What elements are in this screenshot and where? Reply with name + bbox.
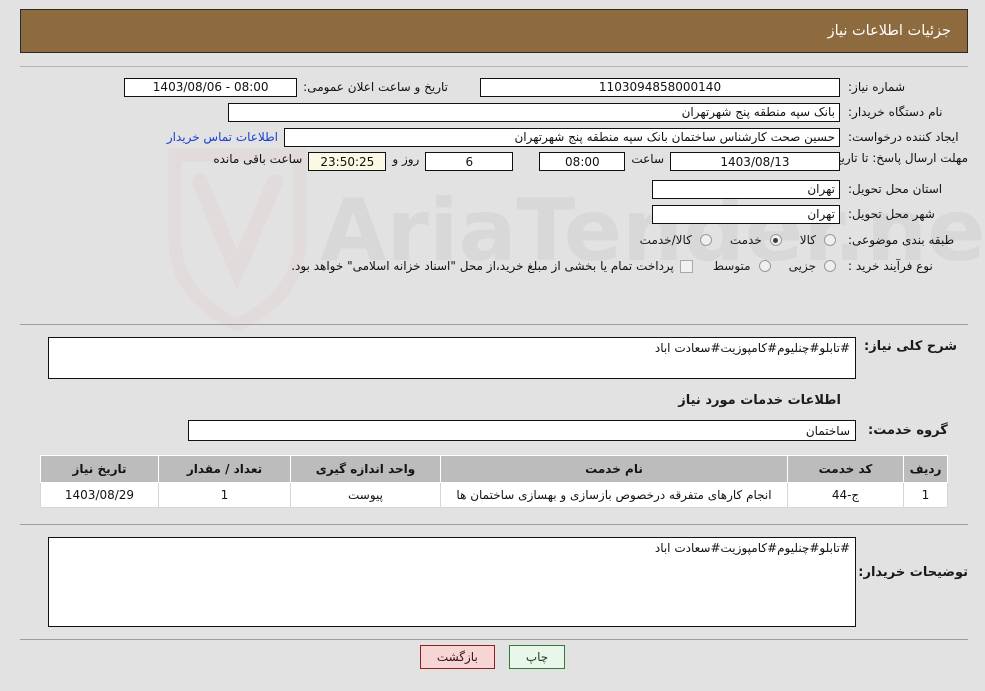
radio-process-jozi[interactable] [824, 260, 836, 272]
buyer-notes-label: توضیحات خریدار: [858, 565, 968, 580]
row-need-number: شماره نیاز: تاریخ و ساعت اعلان عمومی: [20, 77, 968, 97]
row-province: استان محل تحویل: [20, 179, 968, 199]
buyer-notes-section: توضیحات خریدار: #تابلو#چنلیوم#کامپوزیت#س… [20, 525, 968, 640]
page-title: جزئیات اطلاعات نیاز [827, 23, 951, 39]
treasury-checkbox[interactable] [679, 259, 693, 273]
cell-need-date: 1403/08/29 [40, 482, 159, 508]
category-label: طبقه بندی موضوعی: [848, 233, 955, 247]
need-number-label: شماره نیاز: [848, 80, 905, 94]
th-need-date: تاریخ نیاز [40, 455, 159, 483]
services-table: ردیف کد خدمت نام خدمت واحد اندازه گیری ت… [40, 455, 948, 508]
row-buyer-notes: توضیحات خریدار: #تابلو#چنلیوم#کامپوزیت#س… [20, 537, 968, 627]
row-category: طبقه بندی موضوعی: کالا خدمت کالا/خدمت [20, 230, 968, 250]
th-row-index: ردیف [903, 455, 948, 483]
radio-category-kala-khedmat-label: کالا/خدمت [639, 233, 692, 247]
radio-process-motevaset-label: متوسط [712, 259, 751, 273]
header-bar: جزئیات اطلاعات نیاز [20, 9, 968, 53]
province-field[interactable] [652, 179, 840, 199]
th-service-code: کد خدمت [787, 455, 904, 483]
process-radio-group: جزیی متوسط [699, 259, 840, 273]
cell-quantity: 1 [158, 482, 291, 508]
cell-service-name: انجام کارهای متفرقه درخصوص بازسازی و بهس… [440, 482, 788, 508]
deadline-date-field[interactable] [670, 152, 840, 171]
service-group-label: گروه خدمت: [868, 423, 948, 438]
header-region: جزئیات اطلاعات نیاز [0, 0, 985, 66]
general-description-label: شرح کلی نیاز: [864, 339, 958, 354]
deadline-time-field[interactable] [539, 152, 626, 171]
main-panel: شماره نیاز: تاریخ و ساعت اعلان عمومی: نا… [20, 66, 968, 640]
cell-row-index: 1 [903, 482, 948, 508]
service-group-field[interactable] [188, 420, 856, 441]
radio-category-khedmat-label: خدمت [729, 233, 762, 247]
th-unit: واحد اندازه گیری [290, 455, 441, 483]
row-general-description: شرح کلی نیاز: #تابلو#چنلیوم#کامپوزیت#سعا… [20, 337, 968, 379]
buyer-org-label: نام دستگاه خریدار: [848, 105, 943, 119]
table-header-row: ردیف کد خدمت نام خدمت واحد اندازه گیری ت… [40, 455, 948, 483]
back-button[interactable]: بازگشت [419, 645, 495, 669]
print-button[interactable]: چاپ [508, 645, 566, 669]
radio-process-jozi-label: جزیی [788, 259, 816, 273]
row-requester: ایجاد کننده درخواست: اطلاعات تماس خریدار [20, 127, 968, 147]
days-label: روز و [392, 152, 420, 166]
row-buyer-org: نام دستگاه خریدار: [20, 102, 968, 122]
need-number-field[interactable] [480, 77, 840, 97]
radio-category-kala-label: کالا [799, 233, 816, 247]
row-purchase-process: نوع فرآیند خرید : جزیی متوسط پرداخت تمام… [20, 256, 968, 276]
purchase-process-label: نوع فرآیند خرید : [848, 259, 933, 273]
services-heading: اطلاعات خدمات مورد نیاز [678, 393, 841, 408]
services-table-wrap: ردیف کد خدمت نام خدمت واحد اندازه گیری ت… [20, 441, 968, 514]
cell-unit: پیوست [290, 482, 441, 508]
treasury-note-label: پرداخت تمام یا بخشی از مبلغ خرید،از محل … [291, 259, 674, 273]
remaining-label: ساعت باقی مانده [213, 152, 303, 166]
city-field[interactable] [652, 204, 840, 224]
announce-datetime-field[interactable] [124, 77, 298, 97]
radio-category-kala[interactable] [824, 234, 836, 246]
buyer-org-field[interactable] [228, 102, 840, 122]
need-info-section: شماره نیاز: تاریخ و ساعت اعلان عمومی: نا… [20, 67, 968, 325]
th-service-name: نام خدمت [440, 455, 788, 483]
cell-service-code: ج-44 [787, 482, 904, 508]
buyer-notes-textarea[interactable]: #تابلو#چنلیوم#کامپوزیت#سعادت اباد [48, 537, 856, 627]
requester-field[interactable] [284, 127, 840, 147]
row-service-group: گروه خدمت: [20, 414, 968, 441]
radio-category-khedmat[interactable] [769, 234, 782, 246]
row-deadline: مهلت ارسال پاسخ: تا تاریخ: ساعت روز و سا… [20, 151, 968, 172]
radio-category-kala-khedmat[interactable] [699, 234, 712, 246]
deadline-label: مهلت ارسال پاسخ: تا تاریخ: [829, 151, 968, 165]
description-section: شرح کلی نیاز: #تابلو#چنلیوم#کامپوزیت#سعا… [20, 325, 968, 525]
requester-label: ایجاد کننده درخواست: [848, 130, 959, 144]
category-radio-group: کالا خدمت کالا/خدمت [626, 233, 840, 247]
general-description-textarea[interactable]: #تابلو#چنلیوم#کامپوزیت#سعادت اباد [48, 337, 856, 379]
footer-button-bar: چاپ بازگشت [0, 645, 985, 669]
announce-datetime-label: تاریخ و ساعت اعلان عمومی: [303, 80, 448, 94]
province-label: استان محل تحویل: [848, 182, 943, 196]
row-city: شهر محل تحویل: [20, 204, 968, 224]
buyer-contact-link[interactable]: اطلاعات تماس خریدار [161, 130, 284, 144]
hour-label: ساعت [631, 152, 664, 166]
city-label: شهر محل تحویل: [848, 207, 935, 221]
table-row: 1 ج-44 انجام کارهای متفرقه درخصوص بازساز… [40, 482, 948, 508]
th-quantity: تعداد / مقدار [158, 455, 291, 483]
days-remaining-field[interactable] [425, 152, 514, 171]
countdown-timer-field[interactable] [308, 152, 387, 171]
radio-process-motevaset[interactable] [758, 260, 771, 272]
